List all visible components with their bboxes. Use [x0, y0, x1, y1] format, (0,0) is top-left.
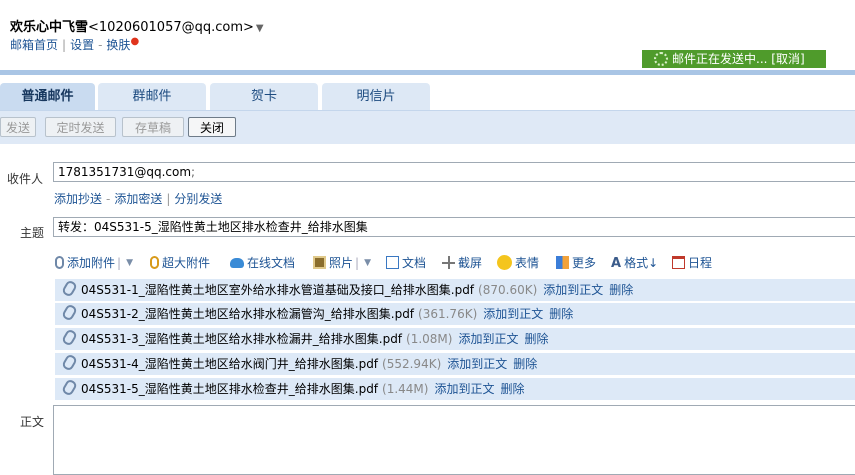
- screenshot-icon: [442, 256, 455, 269]
- settings-link[interactable]: 设置: [70, 38, 94, 52]
- header-divider: [0, 70, 855, 75]
- emoji-button[interactable]: 表情: [497, 254, 539, 271]
- loading-spinner-icon: [654, 52, 668, 66]
- attachment-name: 04S531-1_湿陷性黄土地区室外给水排水管道基础及接口_给排水图集.pdf: [81, 283, 475, 297]
- delete-attachment-link[interactable]: 删除: [549, 307, 573, 321]
- subject-field[interactable]: 转发：04S531-5_湿陷性黄土地区排水检查井_给排水图集: [53, 217, 855, 237]
- attachment-item: 04S531-2_湿陷性黄土地区给水排水检漏管沟_给排水图集.pdf (361.7…: [55, 303, 855, 325]
- body-editor[interactable]: [53, 405, 855, 475]
- attachment-name: 04S531-3_湿陷性黄土地区给水排水检漏井_给排水图集.pdf: [81, 332, 403, 346]
- attachment-size: (870.60K): [478, 283, 538, 297]
- paperclip-icon: [60, 378, 79, 397]
- add-to-body-link[interactable]: 添加到正文: [483, 307, 543, 321]
- mailbox-home-link[interactable]: 邮箱首页: [10, 38, 58, 52]
- change-skin-link[interactable]: 换肤: [106, 38, 130, 52]
- format-button[interactable]: A 格式 ↓: [611, 254, 658, 272]
- delete-attachment-link[interactable]: 删除: [500, 382, 524, 396]
- delete-attachment-link[interactable]: 删除: [524, 332, 548, 346]
- attachment-item: 04S531-1_湿陷性黄土地区室外给水排水管道基础及接口_给排水图集.pdf(…: [55, 279, 855, 301]
- add-bcc-link[interactable]: 添加密送: [114, 192, 162, 206]
- tab-normal-mail[interactable]: 普通邮件: [0, 83, 95, 110]
- attachment-name: 04S531-5_湿陷性黄土地区排水检查井_给排水图集.pdf: [81, 382, 379, 396]
- add-to-body-link[interactable]: 添加到正文: [458, 332, 518, 346]
- photo-button[interactable]: 照片 | ▼: [313, 254, 371, 271]
- paperclip-icon: [60, 353, 79, 372]
- chevron-down-icon[interactable]: ▼: [364, 258, 371, 268]
- to-value: 1781351731@qq.com: [58, 165, 192, 179]
- tab-postcard[interactable]: 明信片: [322, 83, 430, 110]
- sending-status-text[interactable]: 邮件正在发送中... [取消]: [672, 52, 805, 66]
- attachment-name: 04S531-2_湿陷性黄土地区给水排水检漏管沟_给排水图集.pdf: [81, 307, 415, 321]
- font-format-icon: A: [611, 256, 622, 271]
- add-cc-link[interactable]: 添加抄送: [54, 192, 102, 206]
- attachment-item: 04S531-3_湿陷性黄土地区给水排水检漏井_给排水图集.pdf (1.08M)…: [55, 328, 855, 350]
- user-identity: 欢乐心中飞雪<1020601057@qq.com> ▼: [10, 16, 264, 35]
- save-draft-button[interactable]: 存草稿: [122, 117, 184, 137]
- calendar-button[interactable]: 日程: [672, 254, 712, 271]
- cloud-icon: [230, 257, 244, 268]
- new-dot-icon: ●: [130, 36, 140, 47]
- send-button[interactable]: 发送: [0, 117, 36, 137]
- header-links: 邮箱首页 | 设置 - 换肤●: [10, 36, 140, 52]
- attachment-size: (361.76K): [418, 307, 478, 321]
- attachment-size: (1.44M): [382, 382, 429, 396]
- paperclip-icon: [60, 279, 79, 298]
- attachment-name: 04S531-4_湿陷性黄土地区给水阀门井_给排水图集.pdf: [81, 357, 379, 371]
- add-attachment-button[interactable]: 添加附件 | ▼: [55, 254, 133, 271]
- large-paperclip-icon: [150, 256, 159, 269]
- photo-icon: [313, 256, 326, 269]
- online-doc-button[interactable]: 在线文档: [230, 254, 295, 271]
- user-email: <1020601057@qq.com>: [88, 20, 254, 35]
- more-button[interactable]: 更多: [556, 254, 596, 271]
- smiley-icon: [497, 255, 512, 270]
- separate-send-link[interactable]: 分别发送: [174, 192, 222, 206]
- sending-status-bar[interactable]: 邮件正在发送中... [取消]: [642, 50, 826, 68]
- paperclip-icon: [60, 303, 79, 322]
- delete-attachment-link[interactable]: 删除: [513, 357, 537, 371]
- delete-attachment-link[interactable]: 删除: [609, 283, 633, 297]
- document-icon: [386, 256, 399, 269]
- tab-greeting-card[interactable]: 贺卡: [210, 83, 318, 110]
- add-to-body-link[interactable]: 添加到正文: [447, 357, 507, 371]
- attachment-item: 04S531-5_湿陷性黄土地区排水检查井_给排水图集.pdf (1.44M) 添加…: [55, 378, 855, 400]
- subject-label: 主题: [20, 226, 45, 240]
- to-label: 收件人: [7, 172, 44, 186]
- chevron-down-icon[interactable]: ▼: [126, 258, 133, 268]
- paperclip-icon: [55, 256, 64, 269]
- calendar-icon: [672, 256, 685, 269]
- recipient-options: 添加抄送 - 添加密送 | 分别发送: [54, 192, 223, 206]
- user-name: 欢乐心中飞雪: [10, 20, 89, 35]
- add-to-body-link[interactable]: 添加到正文: [543, 283, 603, 297]
- attachment-item: 04S531-4_湿陷性黄土地区给水阀门井_给排水图集.pdf (552.94K)…: [55, 353, 855, 375]
- scheduled-send-button[interactable]: 定时发送: [45, 117, 116, 137]
- close-button[interactable]: 关闭: [188, 117, 236, 137]
- attachment-size: (552.94K): [382, 357, 442, 371]
- tab-group-mail[interactable]: 群邮件: [98, 83, 206, 110]
- screenshot-button[interactable]: 截屏: [442, 254, 482, 271]
- add-to-body-link[interactable]: 添加到正文: [434, 382, 494, 396]
- more-apps-icon: [556, 256, 569, 269]
- body-label: 正文: [20, 415, 45, 429]
- document-button[interactable]: 文档: [386, 254, 426, 271]
- to-field[interactable]: 1781351731@qq.com;: [53, 162, 855, 182]
- attachment-size: (1.08M): [406, 332, 453, 346]
- paperclip-icon: [60, 328, 79, 347]
- large-attachment-button[interactable]: 超大附件: [150, 254, 210, 271]
- account-dropdown-icon[interactable]: ▼: [256, 23, 264, 34]
